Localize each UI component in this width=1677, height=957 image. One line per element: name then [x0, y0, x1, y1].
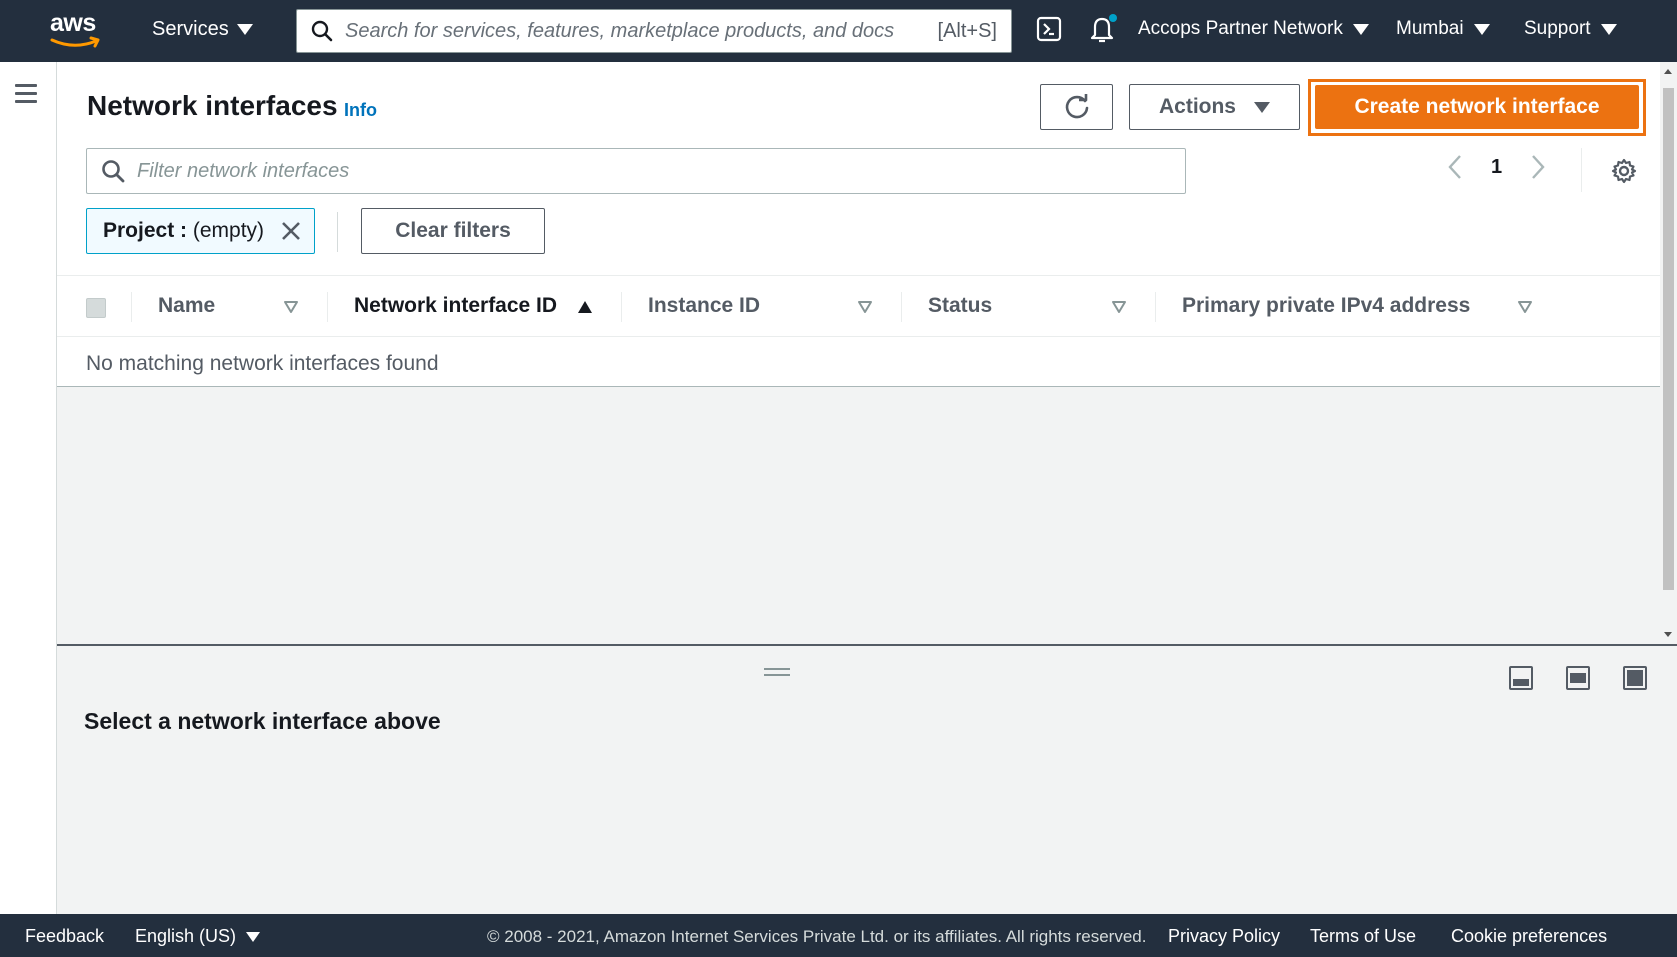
empty-state-message: No matching network interfaces found	[86, 352, 439, 375]
filter-input[interactable]: Filter network interfaces	[86, 148, 1186, 194]
caret-down-icon	[1473, 23, 1490, 35]
aws-logo-text: aws	[50, 9, 96, 37]
search-icon	[311, 20, 333, 42]
side-navigation-rail	[0, 62, 57, 914]
token-value: (empty)	[192, 219, 265, 242]
column-divider	[621, 292, 622, 322]
caret-down-icon	[1352, 23, 1369, 35]
create-network-interface-button[interactable]: Create network interface	[1315, 85, 1639, 129]
pagination: 1	[1447, 154, 1546, 180]
select-all-checkbox[interactable]	[86, 298, 106, 318]
settings-gear-icon[interactable]	[1611, 158, 1637, 184]
account-menu[interactable]: Accops Partner Network	[1138, 18, 1369, 40]
chevron-right-icon[interactable]	[1530, 154, 1546, 180]
menu-hamburger-icon[interactable]	[15, 84, 37, 108]
support-label: Support	[1524, 18, 1591, 39]
actions-label: Actions	[1158, 95, 1236, 118]
panel-position-bottom-icon[interactable]	[1509, 666, 1533, 690]
aws-smile-icon	[50, 36, 100, 48]
token-divider	[337, 212, 338, 252]
caret-down-icon	[1254, 101, 1270, 113]
column-header-network-interface-id[interactable]: Network interface ID	[354, 294, 557, 318]
panel-position-middle-icon[interactable]	[1566, 666, 1590, 690]
cloudshell-icon[interactable]	[1036, 16, 1062, 42]
column-header-primary-ipv4[interactable]: Primary private IPv4 address	[1182, 294, 1470, 318]
close-icon[interactable]	[280, 220, 302, 242]
refresh-icon	[1065, 94, 1088, 119]
chevron-left-icon[interactable]	[1447, 154, 1463, 180]
details-split-panel: Select a network interface above	[57, 644, 1677, 914]
scroll-up-arrow-icon[interactable]	[1664, 69, 1672, 74]
account-label: Accops Partner Network	[1138, 18, 1343, 39]
column-divider	[327, 292, 328, 322]
caret-down-icon	[1600, 23, 1617, 35]
sort-caret-down-icon[interactable]	[1517, 300, 1533, 314]
aws-logo[interactable]: aws	[50, 10, 104, 50]
services-menu[interactable]: Services	[152, 18, 253, 41]
token-key: Project :	[103, 219, 188, 242]
pager-divider	[1581, 148, 1582, 192]
caret-down-icon	[246, 931, 261, 942]
column-header-name[interactable]: Name	[158, 294, 215, 318]
column-header-instance-id[interactable]: Instance ID	[648, 294, 760, 318]
support-menu[interactable]: Support	[1524, 18, 1617, 40]
resize-handle-icon[interactable]	[764, 668, 790, 680]
clear-filters-button[interactable]: Clear filters	[361, 208, 545, 254]
sort-caret-down-icon[interactable]	[283, 300, 299, 314]
feedback-link[interactable]: Feedback	[25, 926, 104, 947]
terms-of-use-link[interactable]: Terms of Use	[1310, 926, 1416, 947]
language-selector[interactable]: English (US)	[135, 926, 261, 947]
search-placeholder: Search for services, features, marketpla…	[345, 19, 895, 42]
panel-position-full-icon[interactable]	[1623, 666, 1647, 690]
scroll-down-arrow-icon[interactable]	[1664, 632, 1672, 637]
sort-ascending-icon[interactable]	[577, 300, 593, 314]
language-label: English (US)	[135, 926, 237, 946]
current-page-number[interactable]: 1	[1491, 156, 1502, 179]
caret-down-icon	[236, 24, 253, 35]
scrollbar-thumb[interactable]	[1663, 88, 1674, 590]
footer: Feedback English (US) © 2008 - 2021, Ama…	[0, 914, 1677, 957]
top-navigation: aws Services Search for services, featur…	[0, 0, 1677, 62]
refresh-button[interactable]	[1040, 84, 1113, 130]
create-button-highlight: Create network interface	[1308, 79, 1646, 136]
notifications-bell-icon[interactable]	[1087, 13, 1121, 43]
details-placeholder-title: Select a network interface above	[84, 708, 441, 734]
table-header: Name Network interface ID Instance ID St…	[57, 275, 1660, 337]
services-label: Services	[152, 18, 229, 40]
sort-caret-down-icon[interactable]	[1111, 300, 1127, 314]
column-header-status[interactable]: Status	[928, 294, 992, 318]
network-interfaces-table-card: Network interfaces Info Actions Create n…	[57, 62, 1660, 387]
copyright-text: © 2008 - 2021, Amazon Internet Services …	[487, 927, 1147, 946]
actions-dropdown-button[interactable]: Actions	[1129, 84, 1300, 130]
sort-caret-down-icon[interactable]	[857, 300, 873, 314]
region-menu[interactable]: Mumbai	[1396, 18, 1490, 40]
global-search-input[interactable]: Search for services, features, marketpla…	[296, 9, 1012, 53]
info-link[interactable]: Info	[344, 100, 377, 121]
page-title: Network interfaces	[87, 90, 338, 121]
vertical-scrollbar[interactable]	[1660, 62, 1677, 644]
search-shortcut-hint: [Alt+S]	[937, 20, 997, 42]
column-divider	[1155, 292, 1156, 322]
cookie-preferences-link[interactable]: Cookie preferences	[1451, 926, 1607, 947]
column-divider	[901, 292, 902, 322]
region-label: Mumbai	[1396, 18, 1464, 39]
privacy-policy-link[interactable]: Privacy Policy	[1168, 926, 1280, 947]
main-content: Network interfaces Info Actions Create n…	[57, 62, 1660, 644]
search-icon	[102, 160, 125, 183]
column-divider	[131, 292, 132, 322]
filter-placeholder: Filter network interfaces	[137, 159, 350, 182]
filter-token-project: Project : (empty)	[86, 208, 315, 254]
